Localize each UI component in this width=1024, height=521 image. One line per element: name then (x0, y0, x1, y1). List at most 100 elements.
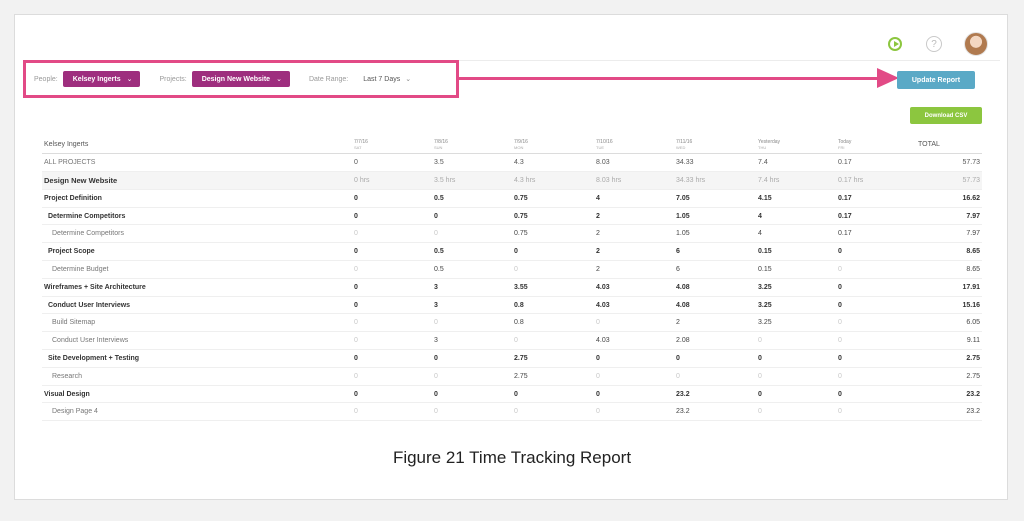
row-hours-cell: 0 (352, 242, 432, 262)
row-hours-cell: 34.33 (674, 153, 756, 173)
row-hours-cell: 0 (836, 349, 916, 368)
row-hours-cell: 3 (432, 296, 512, 315)
table-row: Project Scope 0 0.5 0 2 6 0.15 0 8.65 (42, 242, 982, 262)
row-hours-cell: 0 (512, 385, 594, 404)
row-hours-cell: 0.17 (836, 189, 916, 208)
row-hours-cell: 0 (594, 349, 674, 368)
projects-label: Projects: (159, 75, 187, 83)
row-hours-cell: 0 (836, 313, 916, 333)
row-total-cell: 16.62 (916, 189, 982, 208)
row-hours-cell: 0 (352, 367, 432, 386)
table-header-row: Kelsey Ingerts 7/7/16 SAT 7/8/16 SUN 7/9/16 M… (42, 136, 982, 155)
update-report-button[interactable]: Update Report (897, 71, 975, 89)
row-total-cell: 23.2 (916, 402, 982, 422)
date-column-header: 7/11/16 WED (674, 136, 756, 155)
date-range-label: Date Range: (308, 75, 349, 83)
row-hours-cell: 2 (594, 260, 674, 279)
row-total-cell: 7.97 (916, 207, 982, 226)
row-hours-cell: 4.08 (674, 296, 756, 315)
row-hours-cell: 0 (352, 349, 432, 368)
row-hours-cell: 0 (352, 402, 432, 422)
row-hours-cell: 23.2 (674, 385, 756, 404)
row-total-cell: 7.97 (916, 224, 982, 244)
row-hours-cell: 2.75 (512, 367, 594, 386)
projects-select[interactable]: Design New Website ⌄ (191, 71, 290, 87)
row-total-cell: 15.16 (916, 296, 982, 315)
row-hours-cell: 0.5 (432, 189, 512, 208)
date-range-select[interactable]: Last 7 Days ⌄ (363, 75, 411, 84)
people-select-value: Kelsey Ingerts (72, 75, 121, 83)
row-hours-cell: 4.3 (512, 153, 594, 173)
row-hours-cell: 0 (836, 296, 916, 315)
row-hours-cell: 34.33 hrs (674, 171, 756, 190)
row-hours-cell: 0.5 (432, 242, 512, 262)
table-body: ALL PROJECTS 0 3.5 4.3 8.03 34.33 7.4 0.17 57.73… (42, 153, 982, 422)
day-label: WED (676, 145, 686, 151)
row-hours-cell: 0.17 (836, 224, 916, 244)
row-hours-cell: 0 (674, 367, 756, 386)
date-column-header: Yesterday THU (756, 136, 836, 155)
row-hours-cell: 8.03 (594, 153, 674, 173)
chevron-down-icon: ⌄ (276, 76, 282, 83)
row-hours-cell: 4.03 (594, 278, 674, 297)
table-row: Design Page 4 0 0 0 0 23.2 0 0 23.2 (42, 402, 982, 422)
row-hours-cell: 0 (756, 331, 836, 351)
header-icons: ? (888, 32, 988, 56)
row-hours-cell: 0.15 (756, 242, 836, 262)
chevron-down-icon: ⌄ (126, 76, 133, 83)
row-hours-cell: 6 (674, 260, 756, 279)
filter-bar-highlight: People: Kelsey Ingerts ⌄ Projects: Desig… (23, 60, 459, 98)
row-task-name: Build Sitemap (42, 313, 352, 333)
row-total-cell: 2.75 (916, 349, 982, 368)
row-total-cell: 57.73 (916, 171, 982, 190)
row-hours-cell: 3.55 (512, 278, 594, 297)
row-hours-cell: 2 (594, 207, 674, 226)
row-hours-cell: 0 (836, 242, 916, 262)
row-total-cell: 8.65 (916, 260, 982, 279)
row-hours-cell: 0 (352, 153, 432, 173)
row-hours-cell: 0.8 (512, 296, 594, 315)
help-icon[interactable]: ? (926, 36, 942, 52)
row-hours-cell: 0 (756, 367, 836, 386)
day-label: FRI (838, 145, 845, 151)
row-hours-cell: 0.8 (512, 313, 594, 333)
row-hours-cell: 3 (432, 278, 512, 297)
row-total-cell: 23.2 (916, 385, 982, 404)
table-row: Conduct User Interviews 0 3 0 4.03 2.08 0 0 9.11 (42, 331, 982, 351)
row-total-cell: 2.75 (916, 367, 982, 386)
row-hours-cell: 4.08 (674, 278, 756, 297)
row-hours-cell: 0.75 (512, 189, 594, 208)
people-select[interactable]: Kelsey Ingerts ⌄ (62, 71, 141, 87)
row-hours-cell: 0 (512, 331, 594, 351)
row-hours-cell: 0 (352, 189, 432, 208)
row-hours-cell: 3 (432, 331, 512, 351)
row-total-cell: 8.65 (916, 242, 982, 262)
table-row: Determine Competitors 0 0 0.75 2 1.05 4 0.17 7.9… (42, 224, 982, 244)
row-hours-cell: 0 (674, 349, 756, 368)
download-csv-button[interactable]: Download CSV (910, 107, 982, 124)
row-hours-cell: 3.25 (756, 296, 836, 315)
total-header: TOTAL (916, 136, 982, 155)
row-task-name: Wireframes + Site Architecture (42, 278, 352, 297)
date-column-header: Today FRI (836, 136, 916, 155)
row-hours-cell: 0 (352, 224, 432, 244)
row-task-name: ALL PROJECTS (42, 153, 352, 173)
row-hours-cell: 0 (432, 349, 512, 368)
table-row: Site Development + Testing 0 0 2.75 0 0 0 0 2.75 (42, 349, 982, 368)
date-column-header: 7/7/16 SAT (352, 136, 432, 155)
table-row: ALL PROJECTS 0 3.5 4.3 8.03 34.33 7.4 0.17 57.73 (42, 153, 982, 173)
row-hours-cell: 0 (432, 385, 512, 404)
row-hours-cell: 0.17 (836, 207, 916, 226)
row-hours-cell: 0 (756, 402, 836, 422)
row-task-name: Determine Competitors (42, 224, 352, 244)
row-hours-cell: 0 (512, 402, 594, 422)
row-hours-cell: 6 (674, 242, 756, 262)
projects-select-value: Design New Website (201, 75, 271, 83)
annotation-arrow-line (459, 77, 879, 80)
table-row: Build Sitemap 0 0 0.8 0 2 3.25 0 6.05 (42, 313, 982, 333)
row-task-name: Research (42, 367, 352, 386)
row-hours-cell: 1.05 (674, 224, 756, 244)
table-row: Research 0 0 2.75 0 0 0 0 2.75 (42, 367, 982, 386)
avatar[interactable] (964, 32, 988, 56)
timer-icon[interactable] (888, 37, 902, 51)
